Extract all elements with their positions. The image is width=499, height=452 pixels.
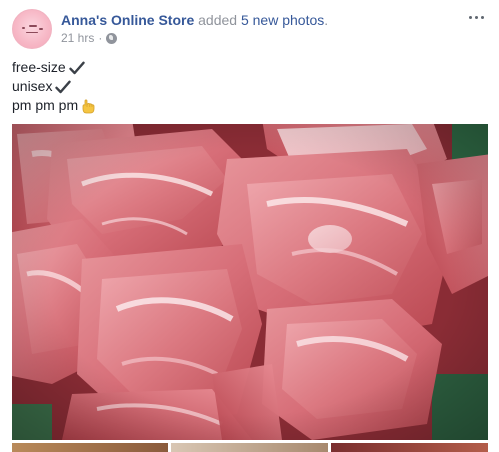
check-icon xyxy=(68,61,85,74)
action-end: . xyxy=(324,12,329,28)
message-line-1: free-size xyxy=(12,58,482,77)
meta-separator: · xyxy=(98,31,103,45)
pointing-hand-icon xyxy=(82,98,95,113)
author-name-link[interactable]: Anna's Online Store xyxy=(61,12,194,28)
ellipsis-icon[interactable] xyxy=(466,10,486,24)
line-text: free-size xyxy=(12,59,66,75)
globe-icon[interactable] xyxy=(106,32,118,44)
post-header: Anna's Online Store added 5 new photos. … xyxy=(12,6,488,50)
thumbnail-photo-1[interactable] xyxy=(12,443,168,452)
timestamp-link[interactable]: 21 hrs xyxy=(61,30,94,46)
post-message: free-size unisex pm pm pm xyxy=(12,58,482,115)
page-avatar[interactable] xyxy=(12,9,52,49)
raw-pork-cuts-photo xyxy=(12,124,488,440)
thumbnail-photo-3[interactable] xyxy=(331,443,488,452)
new-photos-link[interactable]: 5 new photos xyxy=(241,12,324,28)
check-icon xyxy=(55,80,72,93)
message-line-2: unisex xyxy=(12,77,482,96)
thumbnail-photo-2[interactable] xyxy=(171,443,328,452)
line-text: pm pm pm xyxy=(12,97,79,113)
author-line: Anna's Online Store added 5 new photos. xyxy=(61,11,328,29)
message-line-3: pm pm pm xyxy=(12,96,482,115)
main-photo[interactable] xyxy=(12,124,488,440)
line-text: unisex xyxy=(12,78,53,94)
action-text: added xyxy=(194,12,241,28)
facebook-post: Anna's Online Store added 5 new photos. … xyxy=(0,0,499,452)
post-meta: 21 hrs · xyxy=(61,30,118,46)
